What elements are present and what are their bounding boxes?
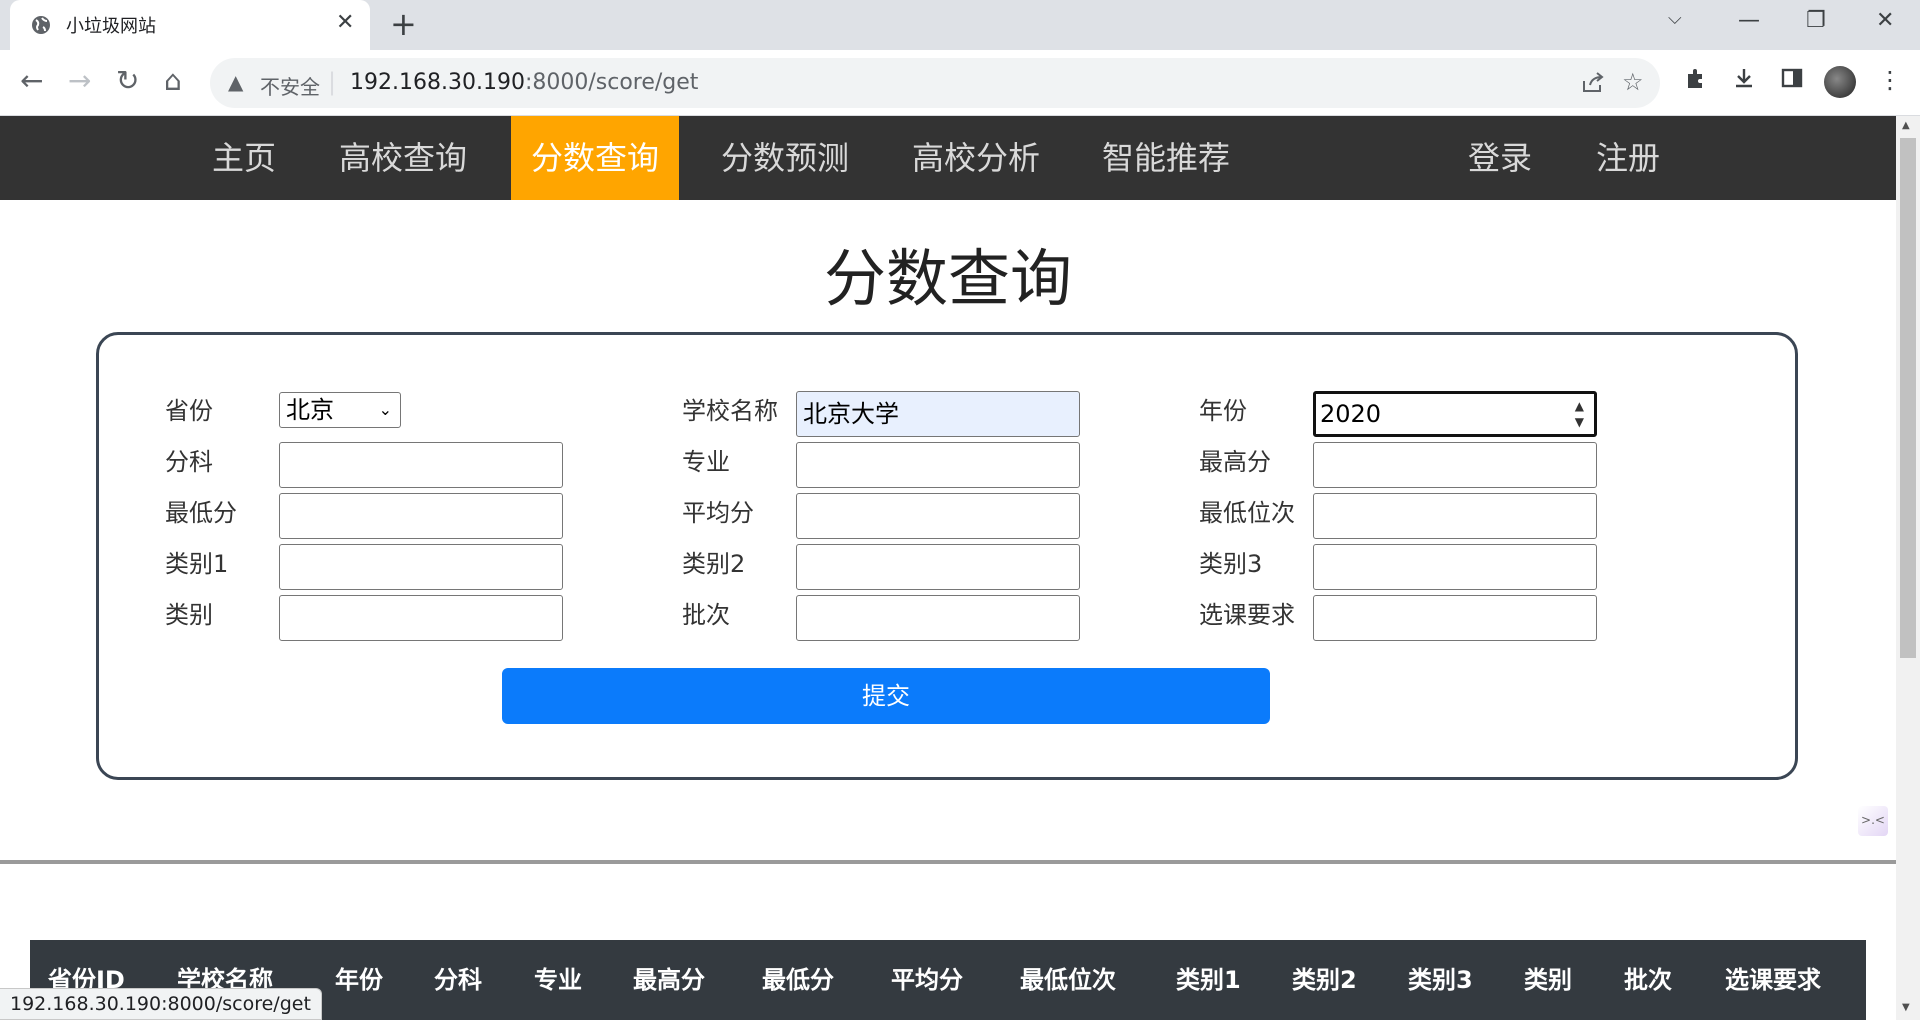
profile-avatar[interactable] [1824,66,1856,98]
stepper-arrows-icon[interactable]: ▲ ▼ [1575,398,1584,430]
url-path: :8000/score/get [524,70,699,95]
scroll-down-icon[interactable]: ▼ [1902,1002,1910,1013]
province-value: 北京 [286,396,334,424]
th-min-rank: 最低位次 [1020,966,1116,994]
cat2-input[interactable] [796,544,1080,590]
nav-college-query[interactable]: 高校查询 [330,116,476,200]
th-category: 类别 [1524,966,1572,994]
url-text[interactable]: 192.168.30.190:8000/score/get [350,70,698,95]
submit-button[interactable]: 提交 [502,668,1270,724]
status-bar-url: 192.168.30.190:8000/score/get [0,988,322,1020]
th-year: 年份 [335,966,383,994]
course-req-input[interactable] [1313,595,1597,641]
omnibox-separator: | [328,68,337,96]
label-year: 年份 [1199,397,1247,425]
th-course-req: 选课要求 [1725,966,1821,994]
cat3-input[interactable] [1313,544,1597,590]
cat1-input[interactable] [279,544,563,590]
page-scrollbar[interactable]: ▲ ▼ [1896,116,1920,1020]
th-cat1: 类别1 [1176,966,1241,994]
nav-login[interactable]: 登录 [1452,116,1548,200]
download-icon[interactable] [1732,66,1756,90]
extension-side-icon[interactable]: >.< [1858,806,1888,836]
label-max-score: 最高分 [1199,448,1271,476]
label-major: 专业 [682,448,730,476]
reload-button[interactable]: ↻ [116,64,139,98]
label-province: 省份 [165,397,213,425]
page-title: 分数查询 [823,242,1072,315]
th-subject: 分科 [434,966,482,994]
label-batch: 批次 [682,601,730,629]
chevron-down-icon: ⌄ [378,400,392,419]
year-input[interactable]: 2020 ▲ ▼ [1313,391,1597,437]
minimize-button[interactable]: — [1738,8,1760,33]
th-cat3: 类别3 [1408,966,1473,994]
page-viewport: 主页 高校查询 分数查询 分数预测 高校分析 智能推荐 登录 注册 分数查询 省… [0,116,1896,1020]
label-school: 学校名称 [682,397,778,425]
year-value: 2020 [1320,400,1382,428]
nav-college-analysis[interactable]: 高校分析 [904,116,1048,200]
label-min-rank: 最低位次 [1199,499,1295,527]
browser-tabstrip: 小垃圾网站 ✕ + ⌵ — ❐ ✕ [0,0,1920,50]
th-cat2: 类别2 [1292,966,1357,994]
new-tab-button[interactable]: + [390,6,417,42]
subject-input[interactable] [279,442,563,488]
batch-input[interactable] [796,595,1080,641]
category-input[interactable] [279,595,563,641]
forward-button[interactable]: → [68,64,91,98]
nav-score-query[interactable]: 分数查询 [511,116,679,200]
insecure-label[interactable]: 不安全 [260,71,320,100]
scroll-up-icon[interactable]: ▲ [1902,120,1910,131]
tab-close-icon[interactable]: ✕ [336,10,354,35]
min-rank-input[interactable] [1313,493,1597,539]
back-button[interactable]: ← [20,64,43,98]
side-panel-icon[interactable] [1780,66,1804,90]
label-subject: 分科 [165,448,213,476]
max-score-input[interactable] [1313,442,1597,488]
th-avg-score: 平均分 [891,966,963,994]
globe-icon [32,16,50,34]
nav-home[interactable]: 主页 [196,116,292,200]
warning-icon[interactable]: ▲ [228,70,243,94]
nav-score-predict[interactable]: 分数预测 [714,116,856,200]
school-input[interactable]: 北京大学 [796,391,1080,437]
th-min-score: 最低分 [762,966,834,994]
home-button[interactable]: ⌂ [164,64,182,98]
label-cat2: 类别2 [682,550,746,578]
menu-kebab-icon[interactable]: ⋮ [1878,66,1902,94]
label-min-score: 最低分 [165,499,237,527]
close-window-button[interactable]: ✕ [1876,8,1894,33]
th-max-score: 最高分 [633,966,705,994]
th-major: 专业 [534,966,582,994]
address-bar[interactable]: ▲ 不安全 | 192.168.30.190:8000/score/get ☆ [210,58,1660,108]
site-navbar: 主页 高校查询 分数查询 分数预测 高校分析 智能推荐 登录 注册 [0,116,1896,200]
tab-search-icon[interactable]: ⌵ [1668,8,1682,29]
share-icon[interactable] [1580,71,1606,95]
url-host: 192.168.30.190 [350,70,525,95]
nav-smart-recommend[interactable]: 智能推荐 [1094,116,1238,200]
browser-tab[interactable]: 小垃圾网站 ✕ [10,0,370,50]
label-cat1: 类别1 [165,550,229,578]
major-input[interactable] [796,442,1080,488]
extensions-icon[interactable] [1684,66,1708,90]
scroll-thumb[interactable] [1900,138,1916,658]
section-divider [0,860,1896,864]
min-score-input[interactable] [279,493,563,539]
label-cat3: 类别3 [1199,550,1263,578]
label-category: 类别 [165,601,213,629]
restore-button[interactable]: ❐ [1806,8,1826,33]
province-select[interactable]: 北京 ⌄ [279,392,401,428]
tab-title: 小垃圾网站 [66,16,156,37]
avg-score-input[interactable] [796,493,1080,539]
th-batch: 批次 [1624,966,1672,994]
nav-register[interactable]: 注册 [1580,116,1676,200]
label-avg-score: 平均分 [682,499,754,527]
label-course-req: 选课要求 [1199,601,1295,629]
score-query-form: 省份 北京 ⌄ 分科 最低分 类别1 类别 学校名称 北京大学 专业 平均分 类… [96,332,1798,780]
browser-toolbar: ← → ↻ ⌂ ▲ 不安全 | 192.168.30.190:8000/scor… [0,50,1920,116]
bookmark-star-icon[interactable]: ☆ [1622,68,1644,96]
